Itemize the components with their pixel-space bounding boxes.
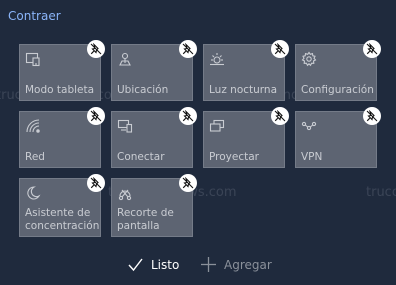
unpin-icon[interactable] [179,40,197,58]
watermark-text: trucoswindows.com [366,185,396,200]
tile-focus-assist[interactable]: Asistente de concentración [19,174,105,237]
tablet-mode-icon [25,51,41,67]
tile-label: Ubicación [117,84,169,96]
unpin-icon[interactable] [179,107,197,125]
add-button[interactable]: Agregar [200,256,272,273]
unpin-icon[interactable] [363,107,381,125]
project-icon [209,118,225,134]
tile-label: Red [25,151,45,163]
add-label: Agregar [224,257,272,272]
unpin-icon[interactable] [271,107,289,125]
focus-assist-moon-icon [25,185,41,201]
tile-label: VPN [301,151,323,163]
tile-screen-snip[interactable]: Recorte de pantalla [111,174,197,237]
night-light-icon [209,51,225,67]
tile-tablet-mode[interactable]: Modo tableta [19,40,105,101]
collapse-link[interactable]: Contraer [8,9,61,23]
tile-vpn[interactable]: VPN [295,107,381,168]
tile-night-light[interactable]: Luz nocturna [203,40,289,101]
tile-label: Configuración [301,84,374,96]
unpin-icon[interactable] [87,174,105,192]
done-label: Listo [151,257,180,272]
network-icon [25,118,41,134]
unpin-icon[interactable] [87,40,105,58]
tile-network[interactable]: Red [19,107,105,168]
tile-label: Recorte de pantalla [117,207,174,232]
tile-label: Proyectar [209,151,259,163]
vpn-icon [301,118,317,134]
done-button[interactable]: Listo [127,256,179,273]
tile-connect[interactable]: Conectar [111,107,197,168]
settings-gear-icon [301,51,317,67]
unpin-icon[interactable] [363,40,381,58]
plus-icon [201,257,216,272]
tile-settings[interactable]: Configuración [295,40,381,101]
location-icon [117,51,133,67]
checkmark-icon [128,258,143,272]
tile-label: Conectar [117,151,165,163]
unpin-icon[interactable] [179,174,197,192]
tile-label: Modo tableta [25,84,95,96]
screen-snip-icon [117,185,133,201]
tile-project[interactable]: Proyectar [203,107,289,168]
unpin-icon[interactable] [271,40,289,58]
tile-location[interactable]: Ubicación [111,40,197,101]
unpin-icon[interactable] [87,107,105,125]
tile-label: Luz nocturna [209,84,278,96]
connect-icon [117,118,133,134]
tile-label: Asistente de concentración [25,207,100,232]
